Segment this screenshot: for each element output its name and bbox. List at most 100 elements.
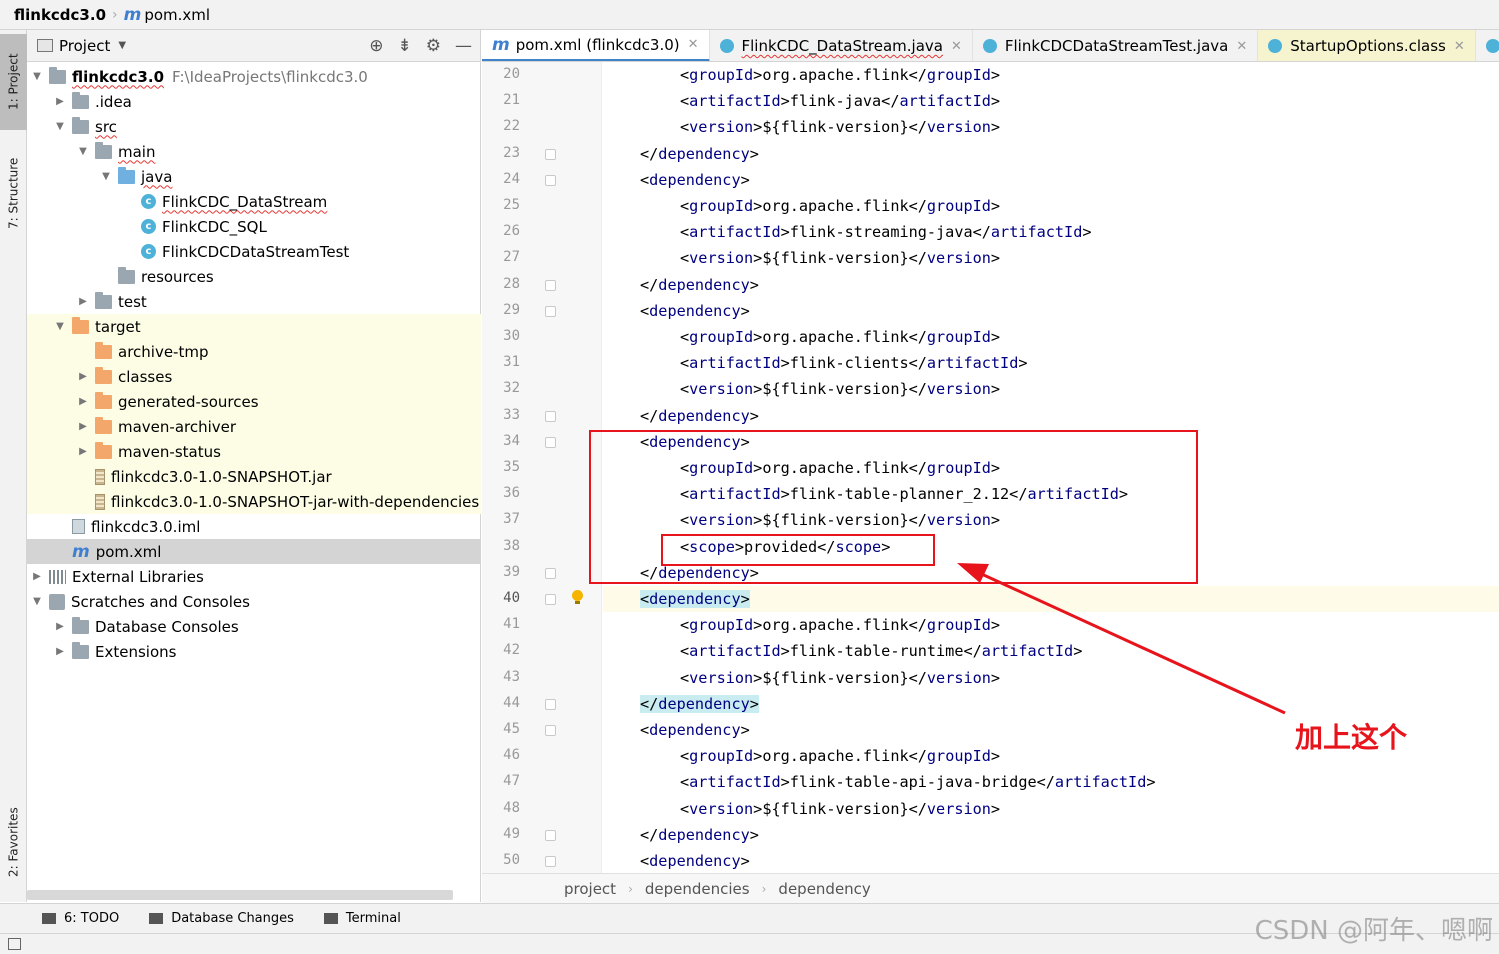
tree-item-label: generated-sources — [118, 392, 259, 411]
expanded-arrow-icon[interactable]: ▼ — [77, 146, 89, 157]
tree-item[interactable]: flinkcdc3.0-1.0-SNAPSHOT.jar — [27, 464, 481, 489]
tree-item[interactable]: c FlinkCDCDataStreamTest — [27, 239, 481, 264]
structure-tool-tab[interactable]: 7: Structure — [0, 138, 27, 248]
close-icon[interactable]: ✕ — [1454, 39, 1465, 54]
code-breadcrumb-item[interactable]: dependencies — [645, 880, 750, 898]
collapsed-arrow-icon[interactable]: ▶ — [54, 96, 66, 107]
fold-marker-icon[interactable] — [545, 856, 556, 867]
editor-tab[interactable]: m pom.xml (flinkcdc3.0) ✕ — [482, 30, 710, 61]
code-breadcrumb-item[interactable]: dependency — [778, 880, 870, 898]
close-icon[interactable]: ✕ — [951, 39, 962, 54]
editor-tab[interactable]: StartupOptions.class ✕ — [1258, 30, 1476, 61]
bottom-tool-terminal[interactable]: Terminal — [323, 911, 401, 926]
expanded-arrow-icon[interactable]: ▼ — [31, 71, 43, 82]
maven-file-icon: m — [72, 541, 90, 562]
project-tool-tab[interactable]: 1: Project — [0, 34, 27, 130]
expanded-arrow-icon[interactable]: ▼ — [54, 121, 66, 132]
editor-tab[interactable]: FlinkCDC_DataStream.java ✕ — [710, 30, 973, 61]
hide-panel-icon[interactable]: — — [455, 36, 472, 56]
annotation-text: 加上这个 — [1295, 721, 1408, 754]
tree-item[interactable]: ▼ Scratches and Consoles — [27, 589, 481, 614]
tree-item-label: .idea — [95, 92, 132, 111]
tree-item[interactable]: ▶ generated-sources — [27, 389, 481, 414]
tree-item[interactable]: flinkcdc3.0.iml — [27, 514, 481, 539]
line-number: 33 — [503, 407, 520, 423]
close-icon[interactable]: ✕ — [1236, 39, 1247, 54]
collapsed-arrow-icon[interactable]: ▶ — [77, 421, 89, 432]
tree-item[interactable]: archive-tmp — [27, 339, 481, 364]
fold-marker-icon[interactable] — [545, 568, 556, 579]
line-number: 42 — [503, 642, 520, 658]
horizontal-scrollbar[interactable] — [27, 890, 453, 900]
fold-marker-icon[interactable] — [545, 437, 556, 448]
iml-file-icon — [72, 519, 85, 534]
tree-item[interactable]: ▶ External Libraries — [27, 564, 481, 589]
favorites-tool-tab[interactable]: 2: Favorites — [0, 790, 27, 894]
expanded-arrow-icon[interactable]: ▼ — [54, 321, 66, 332]
breadcrumb-file[interactable]: pom.xml — [144, 6, 210, 24]
tree-item[interactable]: m pom.xml — [27, 539, 481, 564]
fold-marker-icon[interactable] — [545, 149, 556, 160]
fold-marker-icon[interactable] — [545, 280, 556, 291]
close-icon[interactable]: ✕ — [688, 37, 699, 52]
fold-marker-icon[interactable] — [545, 830, 556, 841]
excluded-folder-icon — [95, 366, 112, 384]
source-folder-icon — [118, 166, 135, 184]
code-breadcrumb-item[interactable]: project — [564, 880, 616, 898]
collapsed-arrow-icon[interactable]: ▶ — [77, 371, 89, 382]
code-line: <artifactId>flink-table-runtime</artifac… — [680, 642, 1083, 660]
collapsed-arrow-icon[interactable]: ▶ — [77, 396, 89, 407]
class-icon — [1268, 39, 1283, 53]
code-line: </dependency> — [640, 276, 759, 294]
tree-item[interactable]: ▼ java — [27, 164, 481, 189]
line-number: 36 — [503, 485, 520, 501]
fold-marker-icon[interactable] — [545, 594, 556, 605]
tree-item[interactable]: c FlinkCDC_DataStream — [27, 189, 481, 214]
lightbulb-icon[interactable] — [570, 590, 584, 606]
fold-marker-icon[interactable] — [545, 306, 556, 317]
tree-item[interactable]: ▶ test — [27, 289, 481, 314]
tree-item[interactable]: flinkcdc3.0-1.0-SNAPSHOT-jar-with-depend… — [27, 489, 481, 514]
chevron-down-icon[interactable]: ▼ — [118, 40, 126, 51]
tree-item[interactable]: ▼ target — [27, 314, 481, 339]
fold-marker-icon[interactable] — [545, 175, 556, 186]
tree-item[interactable]: ▼ main — [27, 139, 481, 164]
fold-marker-icon[interactable] — [545, 699, 556, 710]
maven-file-icon: m — [123, 4, 142, 25]
bottom-tool-6-todo[interactable]: 6: TODO — [42, 911, 119, 926]
tree-item[interactable]: ▶ maven-status — [27, 439, 481, 464]
tree-item[interactable]: ▶ Extensions — [27, 639, 481, 664]
editor-tab[interactable]: Flin — [1476, 30, 1499, 61]
line-number: 49 — [503, 826, 520, 842]
tree-item-label: pom.xml — [95, 542, 162, 561]
collapsed-arrow-icon[interactable]: ▶ — [77, 296, 89, 307]
code-line: <groupId>org.apache.flink</groupId> — [680, 616, 1001, 634]
line-number: 38 — [503, 538, 520, 554]
tree-item[interactable]: ▼ flinkcdc3.0 F:\IdeaProjects\flinkcdc3.0 — [27, 64, 481, 89]
tree-item[interactable]: ▶ .idea — [27, 89, 481, 114]
bottom-tool-database-changes[interactable]: Database Changes — [149, 911, 294, 926]
collapsed-arrow-icon[interactable]: ▶ — [54, 646, 66, 657]
editor-tab[interactable]: FlinkCDCDataStreamTest.java ✕ — [973, 30, 1259, 61]
code-line: <artifactId>flink-table-api-java-bridge<… — [680, 773, 1156, 791]
collapse-all-icon[interactable]: ⇟ — [398, 36, 412, 56]
collapsed-arrow-icon[interactable]: ▶ — [31, 571, 43, 582]
tree-item[interactable]: ▶ maven-archiver — [27, 414, 481, 439]
collapsed-arrow-icon[interactable]: ▶ — [77, 446, 89, 457]
project-view-selector[interactable]: Project — [59, 37, 110, 55]
tree-item[interactable]: resources — [27, 264, 481, 289]
expanded-arrow-icon[interactable]: ▼ — [100, 171, 112, 182]
expanded-arrow-icon[interactable]: ▼ — [31, 596, 43, 607]
locate-file-icon[interactable]: ⊕ — [369, 36, 383, 56]
tree-item[interactable]: ▶ classes — [27, 364, 481, 389]
tree-item-label: java — [141, 167, 173, 186]
fold-marker-icon[interactable] — [545, 411, 556, 422]
tool-windows-toggle-icon[interactable] — [8, 938, 21, 950]
gear-icon[interactable]: ⚙ — [426, 36, 441, 56]
tree-item[interactable]: ▼ src — [27, 114, 481, 139]
breadcrumb-project[interactable]: flinkcdc3.0 — [14, 6, 106, 24]
fold-marker-icon[interactable] — [545, 725, 556, 736]
collapsed-arrow-icon[interactable]: ▶ — [54, 621, 66, 632]
tree-item[interactable]: c FlinkCDC_SQL — [27, 214, 481, 239]
tree-item[interactable]: ▶ Database Consoles — [27, 614, 481, 639]
